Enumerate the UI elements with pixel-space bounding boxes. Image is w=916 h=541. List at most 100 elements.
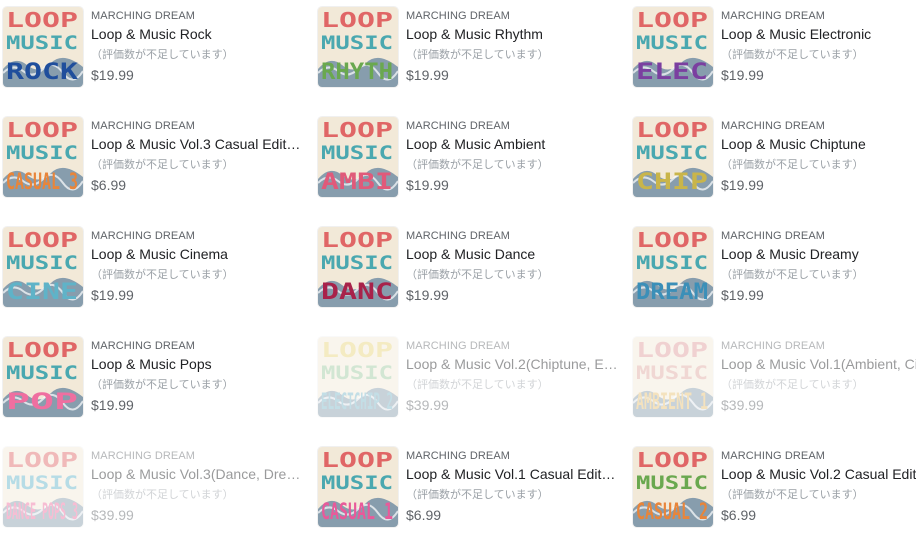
publisher-name[interactable]: MARCHING DREAM bbox=[91, 340, 301, 352]
app-icon[interactable]: LOOP MUSIC AMBIENT 1 bbox=[633, 337, 713, 417]
app-card[interactable]: LOOP MUSIC DANCE POPS 3 MARCHING DREAM Loop … bbox=[0, 440, 303, 527]
app-title[interactable]: Loop & Music Dance bbox=[406, 246, 618, 262]
publisher-name[interactable]: MARCHING DREAM bbox=[721, 340, 916, 352]
app-icon[interactable]: LOOP MUSIC CINE bbox=[3, 227, 83, 307]
price-label: $39.99 bbox=[91, 507, 134, 523]
album-art: LOOPMUSIC CINE bbox=[3, 227, 83, 307]
app-card[interactable]: LOOP MUSIC RHYTH MARCHING DREAM Loop & Music… bbox=[315, 0, 618, 87]
app-card[interactable]: LOOP MUSIC ELECTCHIP 2 MARCHING DREAM Loop &… bbox=[315, 330, 618, 417]
publisher-name[interactable]: MARCHING DREAM bbox=[406, 120, 616, 132]
rating-status: （評価数が不足しています） bbox=[91, 269, 234, 281]
app-card[interactable]: LOOP MUSIC ROCK MARCHING DREAM Loop & Music … bbox=[0, 0, 303, 87]
rating-status: （評価数が不足しています） bbox=[406, 49, 549, 61]
rating-status: （評価数が不足しています） bbox=[721, 159, 864, 171]
price-label: $19.99 bbox=[91, 67, 134, 83]
rating-status: （評価数が不足しています） bbox=[91, 159, 234, 171]
app-icon[interactable]: LOOP MUSIC DANCE POPS 3 bbox=[3, 447, 83, 527]
art-genre-text: CASUAL 1 bbox=[321, 500, 393, 525]
publisher-name[interactable]: MARCHING DREAM bbox=[721, 10, 916, 22]
art-loop-text: LOOP bbox=[6, 338, 78, 362]
app-title[interactable]: Loop & Music Rhythm bbox=[406, 26, 618, 42]
app-title[interactable]: Loop & Music Chiptune bbox=[721, 136, 916, 152]
app-icon[interactable]: LOOP MUSIC DANC bbox=[318, 227, 398, 307]
app-card[interactable]: LOOP MUSIC AMBIENT 1 MARCHING DREAM Loop & M… bbox=[630, 330, 916, 417]
album-art: LOOPMUSIC AMBIENT 1 bbox=[633, 337, 713, 417]
art-loop-text: LOOP bbox=[321, 228, 393, 252]
app-icon[interactable]: LOOP MUSIC CASUAL 2 bbox=[633, 447, 713, 527]
app-icon[interactable]: LOOP MUSIC CASUAL 3 bbox=[3, 117, 83, 197]
publisher-name[interactable]: MARCHING DREAM bbox=[406, 10, 616, 22]
app-title[interactable]: Loop & Music Cinema bbox=[91, 246, 303, 262]
app-card[interactable]: LOOP MUSIC ELEC MARCHING DREAM Loop & Music … bbox=[630, 0, 916, 87]
app-icon[interactable]: LOOP MUSIC ELECTCHIP 2 bbox=[318, 337, 398, 417]
app-icon[interactable]: LOOP MUSIC ROCK bbox=[3, 7, 83, 87]
app-icon[interactable]: LOOP MUSIC AMBI bbox=[318, 117, 398, 197]
art-loop-text: LOOP bbox=[636, 228, 708, 252]
app-card[interactable]: LOOP MUSIC CHIP MARCHING DREAM Loop & Music … bbox=[630, 110, 916, 197]
art-music-text: MUSIC bbox=[636, 362, 708, 384]
art-loop-text: LOOP bbox=[6, 118, 78, 142]
app-card[interactable]: LOOP MUSIC POP MARCHING DREAM Loop & Music P… bbox=[0, 330, 303, 417]
album-art: LOOPMUSIC POP bbox=[3, 337, 83, 417]
app-card[interactable]: LOOP MUSIC DANC MARCHING DREAM Loop & Music … bbox=[315, 220, 618, 307]
app-icon[interactable]: LOOP MUSIC ELEC bbox=[633, 7, 713, 87]
album-art: LOOPMUSIC DANCE POPS 3 bbox=[3, 447, 83, 527]
publisher-name[interactable]: MARCHING DREAM bbox=[721, 120, 916, 132]
price-label: $19.99 bbox=[406, 177, 449, 193]
publisher-name[interactable]: MARCHING DREAM bbox=[406, 230, 616, 242]
app-title[interactable]: Loop & Music Vol.3 Casual Edition bbox=[91, 136, 303, 152]
rating-status: （評価数が不足しています） bbox=[406, 489, 549, 501]
app-card[interactable]: LOOP MUSIC CASUAL 1 MARCHING DREAM Loop & Mu… bbox=[315, 440, 618, 527]
rating-status: （評価数が不足しています） bbox=[91, 49, 234, 61]
app-info: MARCHING DREAM Loop & Music Ambient （評価数が不… bbox=[406, 120, 616, 193]
app-title[interactable]: Loop & Music Dreamy bbox=[721, 246, 916, 262]
app-title[interactable]: Loop & Music Rock bbox=[91, 26, 303, 42]
art-genre-text: DANCE POPS 3 bbox=[6, 500, 78, 525]
app-card[interactable]: LOOP MUSIC CASUAL 3 MARCHING DREAM Loop & Mu… bbox=[0, 110, 303, 197]
art-music-text: MUSIC bbox=[636, 252, 708, 274]
app-card[interactable]: LOOP MUSIC CASUAL 2 MARCHING DREAM Loop & Mu… bbox=[630, 440, 916, 527]
app-title[interactable]: Loop & Music Electronic bbox=[721, 26, 916, 42]
app-title[interactable]: Loop & Music Vol.2 Casual Edition bbox=[721, 466, 916, 482]
art-music-text: MUSIC bbox=[6, 252, 78, 274]
app-title[interactable]: Loop & Music Vol.1 Casual Edition bbox=[406, 466, 618, 482]
art-genre-text: AMBIENT 1 bbox=[636, 390, 708, 415]
app-icon[interactable]: LOOP MUSIC CASUAL 1 bbox=[318, 447, 398, 527]
art-loop-text: LOOP bbox=[636, 448, 708, 472]
album-art: LOOPMUSIC DREAM bbox=[633, 227, 713, 307]
publisher-name[interactable]: MARCHING DREAM bbox=[406, 340, 616, 352]
publisher-name[interactable]: MARCHING DREAM bbox=[91, 450, 301, 462]
app-icon[interactable]: LOOP MUSIC POP bbox=[3, 337, 83, 417]
app-icon[interactable]: LOOP MUSIC CHIP bbox=[633, 117, 713, 197]
price-label: $19.99 bbox=[721, 287, 764, 303]
rating-status: （評価数が不足しています） bbox=[721, 489, 864, 501]
publisher-name[interactable]: MARCHING DREAM bbox=[406, 450, 616, 462]
publisher-name[interactable]: MARCHING DREAM bbox=[721, 230, 916, 242]
publisher-name[interactable]: MARCHING DREAM bbox=[91, 120, 301, 132]
publisher-name[interactable]: MARCHING DREAM bbox=[91, 230, 301, 242]
app-title[interactable]: Loop & Music Vol.1(Ambient, Cinema, Rock… bbox=[721, 356, 916, 372]
app-title[interactable]: Loop & Music Pops bbox=[91, 356, 303, 372]
app-info: MARCHING DREAM Loop & Music Vol.2 Casual … bbox=[721, 450, 916, 523]
app-icon[interactable]: LOOP MUSIC RHYTH bbox=[318, 7, 398, 87]
album-art: LOOPMUSIC CASUAL 1 bbox=[318, 447, 398, 527]
art-genre-text: CASUAL 2 bbox=[636, 500, 708, 525]
publisher-name[interactable]: MARCHING DREAM bbox=[721, 450, 916, 462]
publisher-name[interactable]: MARCHING DREAM bbox=[91, 10, 301, 22]
app-grid: LOOP MUSIC ROCK MARCHING DREAM Loop & Music … bbox=[0, 0, 916, 541]
art-genre-text: CINE bbox=[6, 280, 78, 305]
art-genre-text: DANC bbox=[321, 280, 393, 305]
app-title[interactable]: Loop & Music Ambient bbox=[406, 136, 618, 152]
album-art: LOOPMUSIC ROCK bbox=[3, 7, 83, 87]
app-title[interactable]: Loop & Music Vol.3(Dance, Dreamy, Pops) bbox=[91, 466, 303, 482]
album-art: LOOPMUSIC CASUAL 3 bbox=[3, 117, 83, 197]
rating-status: （評価数が不足しています） bbox=[406, 269, 549, 281]
art-genre-text: ROCK bbox=[6, 60, 79, 85]
app-card[interactable]: LOOP MUSIC DREAM MARCHING DREAM Loop & Music… bbox=[630, 220, 916, 307]
app-title[interactable]: Loop & Music Vol.2(Chiptune, Electronic,… bbox=[406, 356, 618, 372]
app-card[interactable]: LOOP MUSIC CINE MARCHING DREAM Loop & Music … bbox=[0, 220, 303, 307]
art-music-text: MUSIC bbox=[6, 472, 78, 494]
app-card[interactable]: LOOP MUSIC AMBI MARCHING DREAM Loop & Music … bbox=[315, 110, 616, 197]
app-icon[interactable]: LOOP MUSIC DREAM bbox=[633, 227, 713, 307]
price-label: $6.99 bbox=[91, 177, 127, 193]
